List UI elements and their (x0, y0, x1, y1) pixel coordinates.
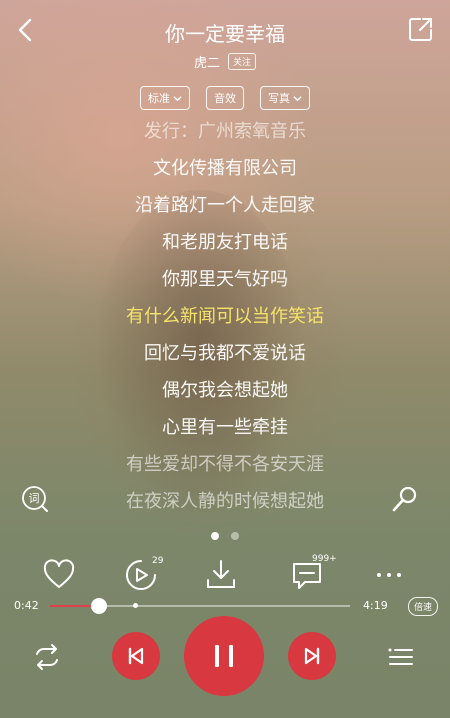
playback-options: 标准 音效 写真 (0, 86, 450, 110)
action-bar: 29 999+ (0, 552, 450, 592)
repeat-icon[interactable] (32, 642, 62, 672)
lyric-line[interactable]: 你那里天气好吗 (0, 261, 450, 298)
page-dot (211, 532, 219, 540)
lyric-line[interactable]: 在夜深人静的时候想起她 (0, 483, 450, 520)
next-button[interactable] (288, 632, 336, 680)
lyric-poster-icon[interactable]: 词 (20, 484, 50, 514)
search-icon[interactable] (390, 484, 420, 514)
quality-chip[interactable]: 标准 (140, 86, 190, 110)
quality-chip-label: 标准 (148, 92, 170, 105)
lyric-line[interactable]: 和老朋友打电话 (0, 224, 450, 261)
lyric-line[interactable]: 文化传播有限公司 (0, 150, 450, 187)
follow-button[interactable]: 关注 (228, 53, 257, 70)
lyric-line[interactable]: 有些爱却不得不各安天涯 (0, 446, 450, 483)
previous-button[interactable] (112, 632, 160, 680)
lyric-line[interactable]: 发行：广州索氧音乐 (0, 113, 450, 150)
heart-icon[interactable] (42, 558, 76, 592)
lyric-line[interactable]: 偶尔我会想起她 (0, 372, 450, 409)
lyric-line[interactable]: 回忆与我都不爱说话 (0, 335, 450, 372)
seek-track[interactable] (50, 598, 350, 614)
pause-button[interactable] (184, 616, 264, 696)
lyric-line[interactable]: 沿着路灯一个人走回家 (0, 187, 450, 224)
skip-next-icon (304, 647, 320, 665)
buffer-marker (132, 603, 138, 608)
song-title: 你一定要幸福 (165, 22, 285, 46)
total-time: 4:19 (363, 599, 388, 612)
artist-name[interactable]: 虎二 (194, 52, 220, 71)
skip-previous-icon (128, 647, 144, 665)
playback-controls (0, 612, 450, 702)
download-icon[interactable] (204, 558, 238, 592)
lyric-poster-label: 词 (29, 492, 40, 505)
top-bar: 你一定要幸福 (0, 0, 450, 60)
comment-count-badge: 999+ (312, 554, 337, 564)
lyrics-panel[interactable]: 发行：广州索氧音乐 文化传播有限公司 沿着路灯一个人走回家 和老朋友打电话 你那里天气好… (0, 113, 450, 520)
sound-effect-chip-label: 音效 (214, 92, 236, 105)
video-count-badge: 29 (152, 556, 164, 566)
current-time: 0:42 (14, 599, 39, 612)
chevron-down-icon (293, 95, 302, 101)
pause-icon (215, 645, 233, 667)
sound-effect-chip[interactable]: 音效 (206, 86, 244, 110)
lyric-line[interactable]: 心里有一些牵挂 (0, 409, 450, 446)
more-icon[interactable] (372, 558, 406, 592)
photo-chip[interactable]: 写真 (260, 86, 310, 110)
page-dot (231, 532, 239, 540)
artist-row: 虎二 关注 (0, 52, 450, 71)
chevron-down-icon (173, 95, 182, 101)
playlist-icon[interactable] (386, 642, 416, 672)
share-icon[interactable] (408, 16, 434, 42)
photo-chip-label: 写真 (268, 92, 290, 105)
page-indicator (0, 532, 450, 540)
lyric-line[interactable]: 有什么新闻可以当作笑话 (0, 298, 450, 335)
